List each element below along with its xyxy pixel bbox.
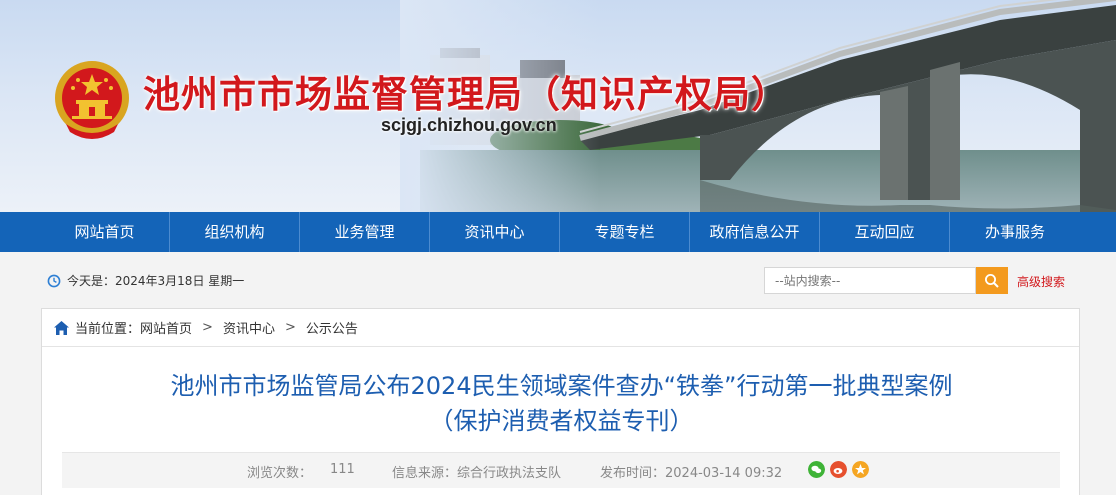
advanced-search-link[interactable]: 高级搜索 [1017,273,1065,290]
views-label: 浏览次数： [247,466,313,481]
search-button[interactable] [976,267,1008,294]
breadcrumb-separator: > [202,320,213,335]
main-nav: 网站首页 组织机构 业务管理 资讯中心 专题专栏 政府信息公开 互动回应 办事服… [0,212,1116,252]
info-source: 信息来源：综合行政执法支队 [392,466,562,481]
today-date: 今天是：2024年3月18日 星期一 [47,272,244,289]
nav-item-interaction[interactable]: 互动回应 [820,212,950,252]
breadcrumb-home[interactable]: 网站首页 [140,318,192,337]
nav-item-services[interactable]: 办事服务 [950,212,1080,252]
nav-item-topics[interactable]: 专题专栏 [560,212,690,252]
today-date-text: 今天是：2024年3月18日 星期一 [67,274,245,288]
nav-item-home[interactable]: 网站首页 [40,212,170,252]
article-title-line2: （保护消费者权益专刊） [429,407,694,435]
breadcrumb: 当前位置： 网站首页 > 资讯中心 > 公示公告 [42,309,1079,347]
article-panel: 当前位置： 网站首页 > 资讯中心 > 公示公告 池州市市场监管局公布2024民… [41,308,1080,495]
qzone-share-icon[interactable] [852,461,869,478]
publish-time: 发布时间：2024-03-14 09:32 [600,466,783,481]
header-banner: 池州市市场监督管理局（知识产权局） scjgj.chizhou.gov.cn [0,0,1116,212]
nav-item-gov-info[interactable]: 政府信息公开 [690,212,820,252]
home-icon [54,320,69,335]
breadcrumb-notices[interactable]: 公示公告 [306,318,358,337]
breadcrumb-prefix: 当前位置： [75,322,141,337]
nav-item-news[interactable]: 资讯中心 [430,212,560,252]
date-search-bar: 今天是：2024年3月18日 星期一 高级搜索 [0,252,1116,308]
national-emblem-icon [55,61,129,139]
search-icon [985,273,999,288]
site-title: 池州市市场监督管理局（知识产权局） [143,73,789,116]
breadcrumb-news[interactable]: 资讯中心 [223,318,275,337]
site-domain: scjgj.chizhou.gov.cn [381,115,557,135]
article-title-line1: 池州市市场监管局公布2024民生领域案件查办“铁拳”行动第一批典型案例 [170,372,953,400]
nav-item-organization[interactable]: 组织机构 [170,212,300,252]
views-count: 111 [330,462,355,477]
site-search-input[interactable] [764,267,976,294]
article-title: 池州市市场监管局公布2024民生领域案件查办“铁拳”行动第一批典型案例 （保护消… [42,369,1081,439]
breadcrumb-separator: > [284,320,296,335]
nav-item-business[interactable]: 业务管理 [300,212,430,252]
weibo-share-icon[interactable] [830,461,847,478]
clock-icon [47,274,61,287]
wechat-share-icon[interactable] [808,461,825,478]
article-meta: 浏览次数： 111 信息来源：综合行政执法支队 发布时间：2024-03-14 … [62,452,1060,488]
